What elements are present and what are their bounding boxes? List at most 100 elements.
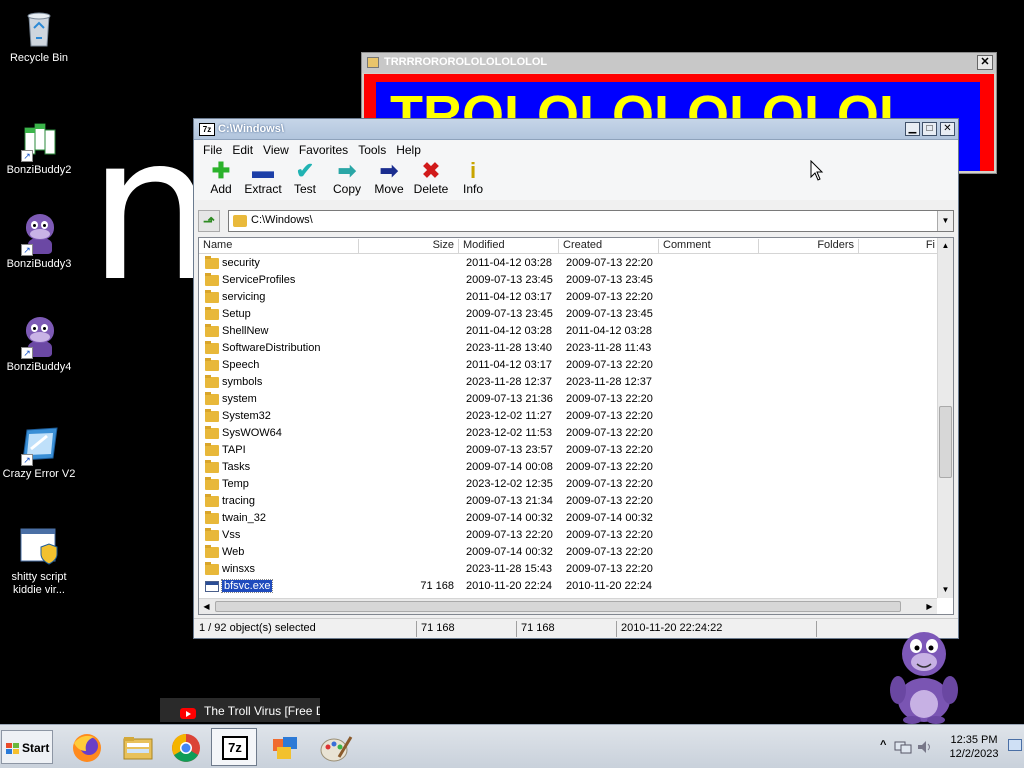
minimize-button[interactable]: ▁ xyxy=(905,122,920,136)
desktop-icon-bonzibuddy3[interactable]: ↗ BonziBuddy3 xyxy=(0,214,78,271)
table-row[interactable]: Web 2009-07-14 00:32 2009-07-13 22:20 xyxy=(199,544,937,561)
folder-icon xyxy=(205,375,219,388)
table-row[interactable]: ShellNew 2011-04-12 03:28 2011-04-12 03:28 xyxy=(199,323,937,340)
scroll-thumb[interactable] xyxy=(215,601,901,612)
table-row[interactable]: security 2011-04-12 03:28 2009-07-13 22:20 xyxy=(199,255,937,272)
column-size[interactable]: Size xyxy=(359,239,459,254)
taskbar-windows-panel[interactable] xyxy=(262,728,308,766)
taskbar-firefox[interactable] xyxy=(63,728,109,766)
start-button[interactable]: Start xyxy=(1,730,53,764)
toolbar-button-label: Delete xyxy=(413,182,449,196)
toolbar-move-button[interactable]: ➡ Move xyxy=(368,160,410,200)
vertical-scrollbar[interactable]: ▲ ▼ xyxy=(937,238,953,598)
toolbar-delete-button[interactable]: ✖ Delete xyxy=(410,160,452,200)
path-combobox[interactable]: C:\Windows\ ▼ xyxy=(228,210,954,232)
column-comment[interactable]: Comment xyxy=(659,239,759,254)
desktop-icon-bonzibuddy2[interactable]: ↗ BonziBuddy2 xyxy=(0,120,78,177)
toolbar-button-label: Add xyxy=(210,182,232,196)
taskbar-file-explorer[interactable] xyxy=(114,728,160,766)
table-row[interactable]: Temp 2023-12-02 12:35 2009-07-13 22:20 xyxy=(199,476,937,493)
desktop-icon-script[interactable]: shitty script kiddie vir... xyxy=(0,527,78,597)
close-button[interactable]: ✕ xyxy=(977,55,993,70)
folder-icon xyxy=(205,341,219,354)
cell-created: 2009-07-13 22:20 xyxy=(566,495,653,507)
toolbar-info-button[interactable]: i Info xyxy=(452,160,494,200)
table-row[interactable]: Vss 2009-07-13 22:20 2009-07-13 22:20 xyxy=(199,527,937,544)
green-cards-icon: ↗ xyxy=(19,120,59,162)
sevenzip-window[interactable]: 7z C:\Windows\ ▁ □ ✕ File Edit View Favo… xyxy=(193,118,959,639)
table-row[interactable]: twain_32 2009-07-14 00:32 2009-07-14 00:32 xyxy=(199,510,937,527)
table-row[interactable]: ServiceProfiles 2009-07-13 23:45 2009-07-1… xyxy=(199,272,937,289)
close-button[interactable]: ✕ xyxy=(940,122,955,136)
taskbar-paint[interactable] xyxy=(312,728,358,766)
table-row[interactable]: symbols 2023-11-28 12:37 2023-11-28 12:37 xyxy=(199,374,937,391)
table-row[interactable]: bfsvc.exe 71 168 2010-11-20 22:24 2010-11-2… xyxy=(199,578,937,595)
scroll-left-icon[interactable]: ◀ xyxy=(199,599,214,614)
toolbar-extract-button[interactable]: ▬ Extract xyxy=(242,160,284,200)
taskbar: Start 7z ^ 12:35 PM 12/2/2023 xyxy=(0,724,1024,768)
bonzi-icon: ↗ xyxy=(19,214,59,256)
table-row[interactable]: system 2009-07-13 21:36 2009-07-13 22:20 xyxy=(199,391,937,408)
sevenzip-titlebar[interactable]: 7z C:\Windows\ ▁ □ ✕ xyxy=(194,119,958,140)
table-row[interactable]: tracing 2009-07-13 21:34 2009-07-13 22:20 xyxy=(199,493,937,510)
maximize-button[interactable]: □ xyxy=(922,122,937,136)
scroll-down-icon[interactable]: ▼ xyxy=(938,582,953,598)
clock[interactable]: 12:35 PM 12/2/2023 xyxy=(942,733,1006,761)
tray-expand-icon[interactable]: ^ xyxy=(880,739,886,751)
error-window-icon: ↗ xyxy=(19,424,59,466)
toolbar-copy-button[interactable]: ➡ Copy xyxy=(326,160,368,200)
youtube-notification[interactable]: The Troll Virus [Free D xyxy=(160,698,320,722)
troll-window-titlebar[interactable]: TRRRROROROLOLOLOLOLOL ✕ xyxy=(362,53,996,73)
cell-name: System32 xyxy=(222,410,271,422)
column-name[interactable]: Name xyxy=(199,239,359,254)
up-folder-button[interactable]: ⬏ xyxy=(198,210,220,232)
windows-panel-icon xyxy=(273,737,297,759)
table-row[interactable]: servicing 2011-04-12 03:17 2009-07-13 22:2… xyxy=(199,289,937,306)
column-modified[interactable]: Modified xyxy=(459,239,559,254)
notification-text: The Troll Virus [Free D xyxy=(204,704,320,718)
table-row[interactable]: winsxs 2023-11-28 15:43 2009-07-13 22:20 xyxy=(199,561,937,578)
scroll-right-icon[interactable]: ▶ xyxy=(922,599,937,614)
folder-icon xyxy=(205,273,219,286)
chrome-icon xyxy=(172,734,200,762)
taskbar-chrome[interactable] xyxy=(162,728,208,766)
taskbar-7zip[interactable]: 7z xyxy=(211,728,257,766)
column-folders[interactable]: Folders xyxy=(759,239,859,254)
network-icon[interactable] xyxy=(894,739,912,755)
chevron-down-icon[interactable]: ▼ xyxy=(937,211,953,231)
table-row[interactable]: SoftwareDistribution 2023-11-28 13:40 2023… xyxy=(199,340,937,357)
folder-icon xyxy=(205,290,219,303)
cell-name: Setup xyxy=(222,308,251,320)
delete-x-icon: ✖ xyxy=(421,158,441,183)
desktop-icon-recycle-bin[interactable]: Recycle Bin xyxy=(0,8,78,65)
column-files[interactable]: Fi xyxy=(859,239,939,254)
file-list[interactable]: Name Size Modified Created Comment Folde… xyxy=(198,237,954,615)
toolbar-test-button[interactable]: ✔ Test xyxy=(284,160,326,200)
desktop-icon-bonzibuddy4[interactable]: ↗ BonziBuddy4 xyxy=(0,317,78,374)
cell-name: Tasks xyxy=(222,461,251,473)
column-header: Name Size Modified Created Comment Folde… xyxy=(199,238,937,254)
column-created[interactable]: Created xyxy=(559,239,659,254)
bonzi-character-icon[interactable] xyxy=(884,626,964,724)
table-row[interactable]: Tasks 2009-07-14 00:08 2009-07-13 22:20 xyxy=(199,459,937,476)
youtube-icon xyxy=(180,708,196,719)
table-row[interactable]: System32 2023-12-02 11:27 2009-07-13 22:20 xyxy=(199,408,937,425)
scroll-thumb[interactable] xyxy=(939,406,952,478)
table-row[interactable]: Speech 2011-04-12 03:17 2009-07-13 22:20 xyxy=(199,357,937,374)
desktop-icon-crazy-error[interactable]: ↗ Crazy Error V2 xyxy=(0,424,78,481)
table-row[interactable]: TAPI 2009-07-13 23:57 2009-07-13 22:20 xyxy=(199,442,937,459)
table-row[interactable]: Setup 2009-07-13 23:45 2009-07-13 23:45 xyxy=(199,306,937,323)
horizontal-scrollbar[interactable]: ◀ ▶ xyxy=(199,598,937,614)
table-row[interactable]: SysWOW64 2023-12-02 11:53 2009-07-13 22:20 xyxy=(199,425,937,442)
app-icon xyxy=(367,57,379,68)
scroll-up-icon[interactable]: ▲ xyxy=(938,238,953,254)
volume-icon[interactable] xyxy=(916,739,934,755)
show-desktop-icon[interactable] xyxy=(1008,739,1022,751)
folder-icon xyxy=(205,562,219,575)
windows-flag-icon xyxy=(6,743,20,755)
firefox-icon xyxy=(73,734,101,762)
cell-modified: 2011-04-12 03:28 xyxy=(466,257,553,269)
cell-created: 2009-07-13 22:20 xyxy=(566,291,653,303)
shortcut-arrow-icon: ↗ xyxy=(21,244,33,256)
toolbar-add-button[interactable]: ✚ Add xyxy=(200,160,242,200)
